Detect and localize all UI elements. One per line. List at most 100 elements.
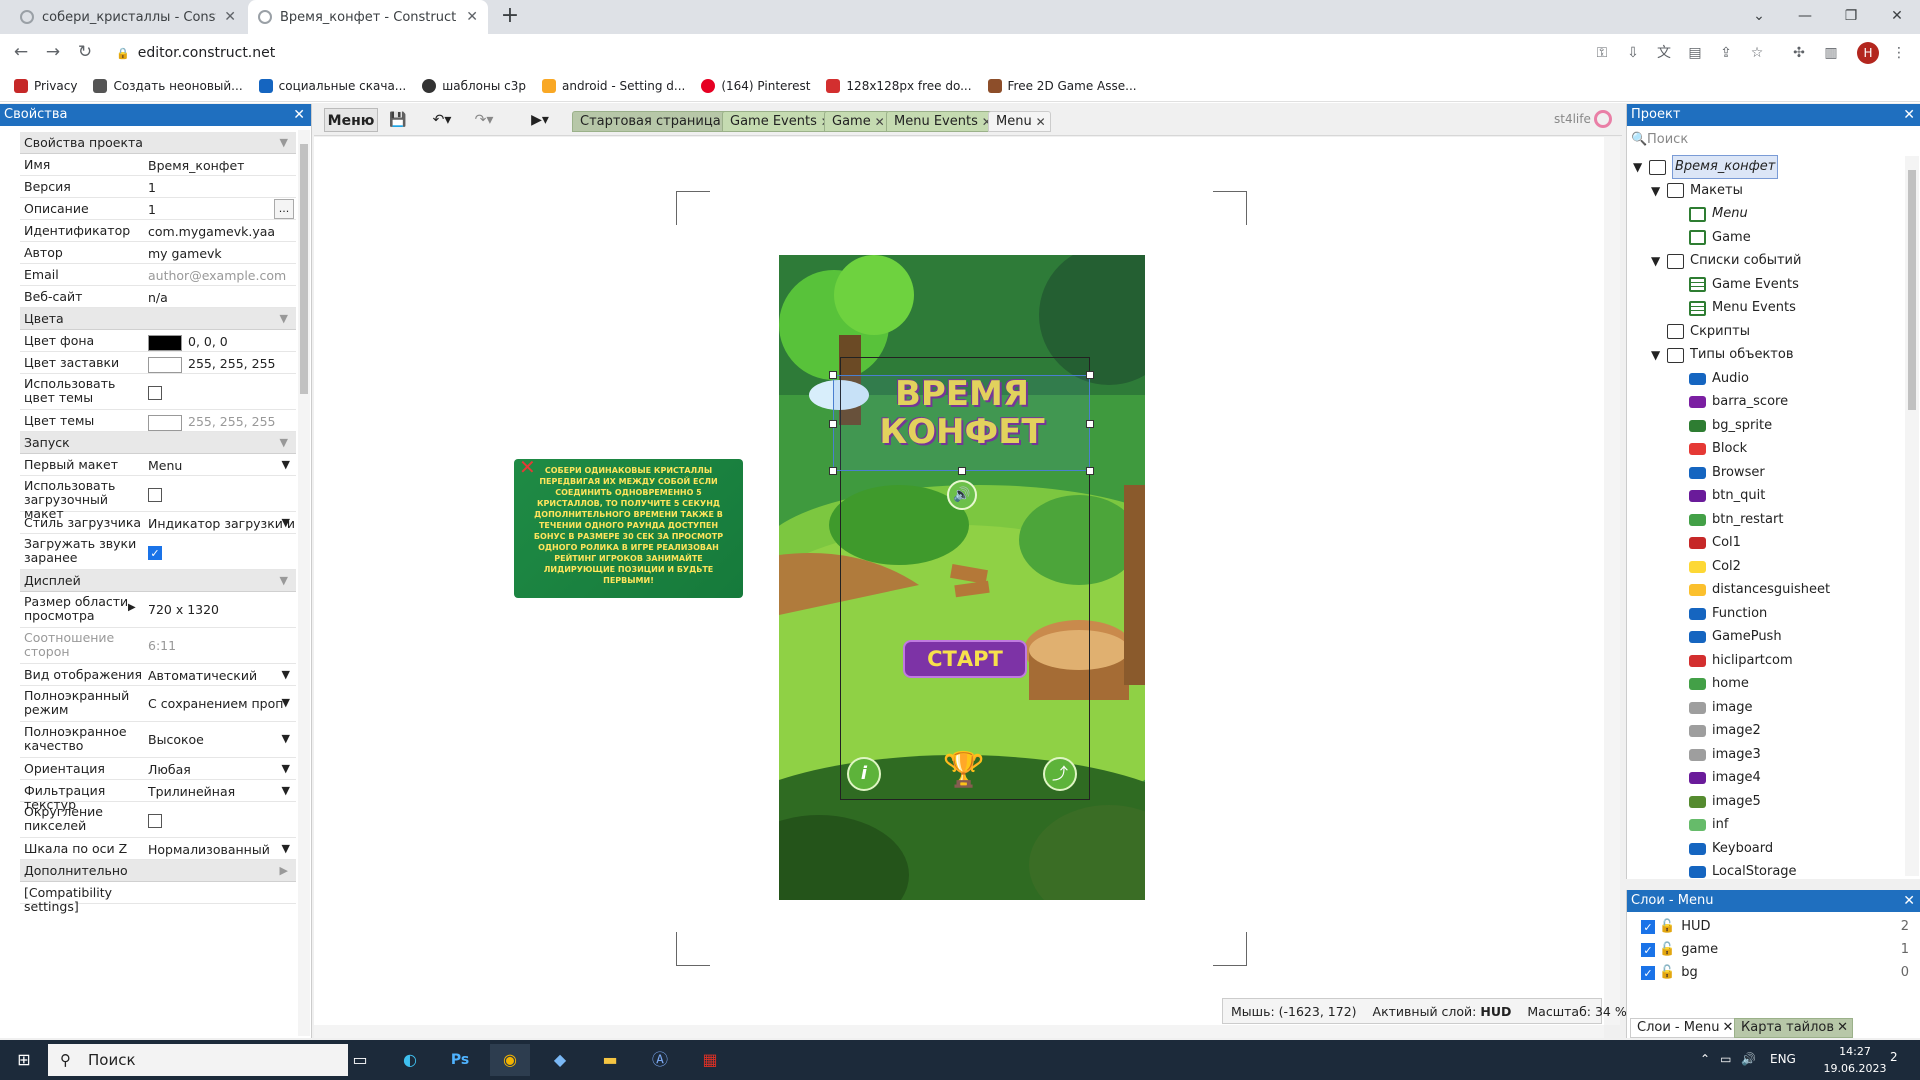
volume-icon[interactable]: 🔊 <box>1741 1052 1756 1066</box>
browser-tab-2[interactable]: Время_конфет - Construct 3 ✕ <box>248 0 488 34</box>
new-tab-button[interactable]: + <box>498 5 522 29</box>
object-type-item[interactable]: Col2 <box>1689 556 1741 578</box>
install-icon[interactable]: ⇩ <box>1624 44 1642 62</box>
folder-item[interactable]: Типы объектов <box>1667 344 1793 366</box>
property-checkbox-cell[interactable] <box>148 486 296 502</box>
property-value-field[interactable]: Время_конфет <box>148 158 296 173</box>
property-value-field[interactable]: my gamevk <box>148 246 296 261</box>
property-value-field[interactable]: Любая ▼ <box>148 762 296 777</box>
close-tab-icon[interactable]: ✕ <box>1036 112 1046 132</box>
property-row[interactable]: Имя Время_конфет <box>20 154 296 176</box>
property-row[interactable]: Первый макет Menu ▼ <box>20 454 296 476</box>
lock-icon[interactable]: 🔓 <box>1659 942 1675 957</box>
taskbar-search[interactable]: ⚲ Поиск <box>48 1044 348 1076</box>
tray-icons[interactable]: ⌃ ▭ 🔊 <box>1700 1052 1756 1066</box>
chevron-down-icon[interactable]: ▼ <box>1651 184 1660 198</box>
bookmark-item[interactable]: Privacy <box>14 78 77 93</box>
property-value-field[interactable]: 6:11 <box>148 638 296 653</box>
resize-handle[interactable] <box>1086 467 1094 475</box>
extensions-icon[interactable]: ✣ <box>1790 44 1808 62</box>
avatar[interactable]: H <box>1857 42 1879 64</box>
app-store-icon[interactable]: Ⓐ <box>640 1044 680 1076</box>
windows-start-icon[interactable]: ⊞ <box>4 1044 44 1076</box>
color-swatch[interactable] <box>148 334 182 351</box>
property-value-field[interactable]: author@example.com <box>148 268 296 283</box>
object-type-item[interactable]: Keyboard <box>1689 838 1773 860</box>
property-section[interactable]: Свойства проекта ▼ <box>20 132 296 154</box>
eventsheet-item[interactable]: Game Events <box>1689 274 1799 296</box>
star-icon[interactable]: ☆ <box>1748 44 1766 62</box>
property-row[interactable]: Полноэкранное качество Высокое ▼ <box>20 722 296 758</box>
property-section[interactable]: Дисплей ▼ <box>20 570 296 592</box>
tab-layers[interactable]: Слои - Menu ✕ <box>1630 1018 1739 1038</box>
tab-game-events[interactable]: Game Events✕ <box>722 111 836 132</box>
bookmark-item[interactable]: социальные скача... <box>258 78 406 93</box>
resize-handle[interactable] <box>829 467 837 475</box>
main-menu-button[interactable]: Меню <box>324 108 378 132</box>
preview-play-icon[interactable]: ▶▾ <box>522 108 558 132</box>
chevron-down-icon[interactable]: ▼ <box>282 762 290 775</box>
property-row[interactable]: Шкала по оси Z Нормализованный ▼ <box>20 838 296 860</box>
property-row[interactable]: Email author@example.com <box>20 264 296 286</box>
property-value-field[interactable]: Высокое ▼ <box>148 732 296 747</box>
property-value-field[interactable]: С сохранением проп ▼ <box>148 696 296 711</box>
key-icon[interactable]: ⚿ <box>1593 44 1611 62</box>
winrar-icon[interactable]: ▦ <box>690 1044 730 1076</box>
bookmark-item[interactable]: android - Setting d... <box>541 78 685 93</box>
property-row[interactable]: Использовать загрузочный макет <box>20 476 296 521</box>
lock-icon[interactable]: 🔓 <box>1659 965 1675 980</box>
chevron-down-icon[interactable]: ▼ <box>282 668 290 681</box>
property-value-field[interactable]: Нормализованный ▼ <box>148 842 296 857</box>
property-value-field[interactable]: Трилинейная ▼ <box>148 784 296 799</box>
info-board[interactable]: ✕ СОБЕРИ ОДИНАКОВЫЕ КРИСТАЛЛЫ ПЕРЕДВИГАЯ… <box>514 457 743 598</box>
layer-row[interactable]: ✓ 🔓 HUD 2 <box>1641 916 1917 938</box>
bookmark-item[interactable]: шаблоны c3p <box>422 78 526 93</box>
save-page-icon[interactable]: ▤ <box>1686 44 1704 62</box>
user-avatar[interactable] <box>1594 110 1612 128</box>
chevron-down-icon[interactable]: ▼ <box>280 574 288 587</box>
property-value-field[interactable]: Автоматический ▼ <box>148 668 296 683</box>
close-tab-icon[interactable]: ✕ <box>1837 1019 1848 1037</box>
folder-item[interactable]: Списки событий <box>1667 250 1801 272</box>
title-selection-box[interactable] <box>833 375 1090 471</box>
chevron-down-icon[interactable]: ▼ <box>280 312 288 325</box>
resize-handle[interactable] <box>1086 420 1094 428</box>
bookmark-item[interactable]: (164) Pinterest <box>701 78 810 93</box>
restore-button[interactable]: ❐ <box>1828 0 1874 34</box>
property-row[interactable]: Стиль загрузчика Индикатор загрузки и ▼ <box>20 512 296 534</box>
chevron-up-icon[interactable]: ⌃ <box>1700 1052 1710 1066</box>
bookmark-item[interactable]: Создать неоновый... <box>93 78 243 93</box>
forward-icon[interactable]: → <box>42 41 64 63</box>
lock-icon[interactable]: 🔓 <box>1659 919 1675 934</box>
address-bar[interactable]: 🔒 editor.construct.net <box>108 40 1588 66</box>
close-tab-icon[interactable]: ✕ <box>875 112 885 132</box>
chevron-down-icon[interactable]: ▼ <box>282 842 290 855</box>
bookmark-item[interactable]: 128x128px free do... <box>826 78 972 93</box>
property-value-field[interactable]: 255, 255, 255 <box>148 356 296 373</box>
property-row[interactable]: Описание 1... <box>20 198 296 220</box>
tab-search-icon[interactable]: ⌄ <box>1736 0 1782 34</box>
object-type-item[interactable]: Col1 <box>1689 532 1741 554</box>
object-type-item[interactable]: home <box>1689 673 1749 695</box>
layer-row[interactable]: ✓ 🔓 bg 0 <box>1641 962 1917 984</box>
layer-row[interactable]: ✓ 🔓 game 1 <box>1641 939 1917 961</box>
property-value-field[interactable]: Индикатор загрузки и ▼ <box>148 516 296 531</box>
object-type-item[interactable]: Block <box>1689 438 1747 460</box>
layer-visible-checkbox[interactable]: ✓ <box>1641 965 1655 980</box>
close-tab-icon[interactable]: ✕ <box>466 9 478 25</box>
object-type-item[interactable]: Function <box>1689 603 1767 625</box>
minimize-button[interactable]: — <box>1782 0 1828 34</box>
resize-handle[interactable] <box>829 371 837 379</box>
tab-game[interactable]: Game ✕ <box>824 111 890 132</box>
chevron-down-icon[interactable]: ▼ <box>282 732 290 745</box>
object-type-item[interactable]: image <box>1689 697 1753 719</box>
chrome-icon[interactable]: ◉ <box>490 1044 530 1076</box>
share-icon[interactable]: ⇪ <box>1717 44 1735 62</box>
property-row[interactable]: Цвет темы 255, 255, 255 <box>20 410 296 432</box>
chevron-down-icon[interactable]: ▼ <box>280 136 288 149</box>
object-type-item[interactable]: Browser <box>1689 462 1765 484</box>
property-row[interactable]: Версия 1 <box>20 176 296 198</box>
browser-tab-1[interactable]: собери_кристаллы - Construct 3 ✕ <box>10 0 246 34</box>
redo-icon[interactable]: ↷▾ <box>466 108 502 132</box>
object-type-item[interactable]: image2 <box>1689 720 1761 742</box>
